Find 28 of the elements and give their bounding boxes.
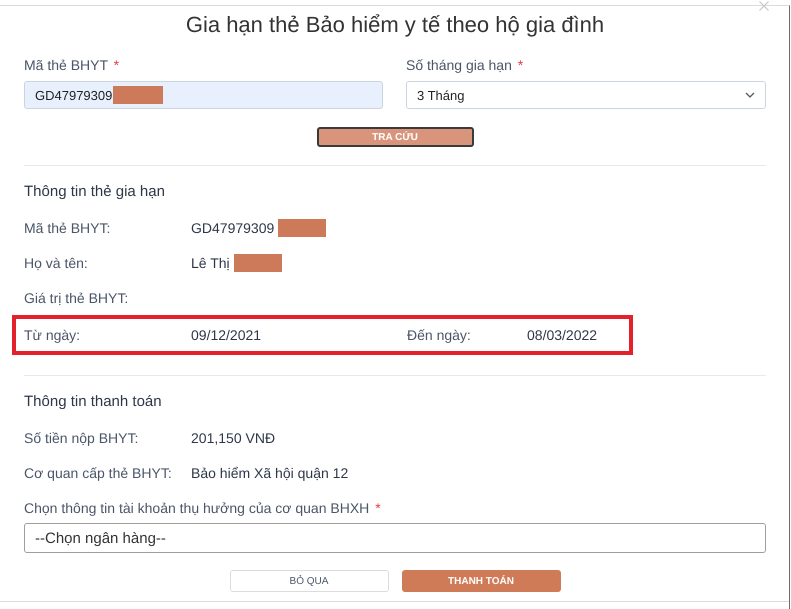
section-heading: Thông tin thẻ gia hạn	[24, 182, 166, 202]
field-label: Chọn thông tin tài khoản thụ hưởng của cơ quan BHXH	[24, 500, 370, 516]
dialog-title: Gia hạn thẻ Bảo hiểm y tế theo hộ gia đình	[184, 11, 606, 39]
info-value: Bảo hiểm Xã hội quận 12	[191, 464, 350, 480]
cancel-button[interactable]: BỎ QUA	[230, 570, 388, 592]
date-value: 09/12/2021	[191, 327, 262, 343]
field-label: Mã thẻ BHYT	[24, 57, 108, 73]
info-label: Họ và tên:	[24, 254, 89, 270]
info-label: Giá trị thẻ BHYT:	[24, 290, 130, 306]
required-mark: *	[375, 500, 381, 516]
info-label: Số tiền nộp BHYT:	[24, 430, 140, 446]
bank-select[interactable]: --Chọn ngân hàng--	[24, 523, 766, 553]
card-number-input[interactable]: GD47979309	[24, 81, 383, 109]
chevron-icon	[745, 92, 755, 98]
field-label: Số tháng gia hạn	[406, 57, 512, 73]
info-label: Mã thẻ BHYT:	[24, 220, 112, 236]
months-select[interactable]: 3 Tháng	[406, 81, 766, 109]
info-value: GD47979309	[191, 220, 274, 236]
close-icon[interactable]	[759, 1, 769, 11]
required-mark: *	[518, 57, 524, 73]
required-mark: *	[114, 57, 120, 73]
date-label: Đến ngày:	[407, 327, 472, 343]
date-label: Từ ngày:	[24, 327, 82, 343]
date-value: 08/03/2022	[527, 327, 598, 343]
info-value: Lê Thị	[191, 254, 230, 270]
info-label: Cơ quan cấp thẻ BHYT:	[24, 464, 173, 480]
info-value: 201,150 VNĐ	[191, 430, 276, 446]
section-heading: Thông tin thanh toán	[24, 392, 163, 412]
